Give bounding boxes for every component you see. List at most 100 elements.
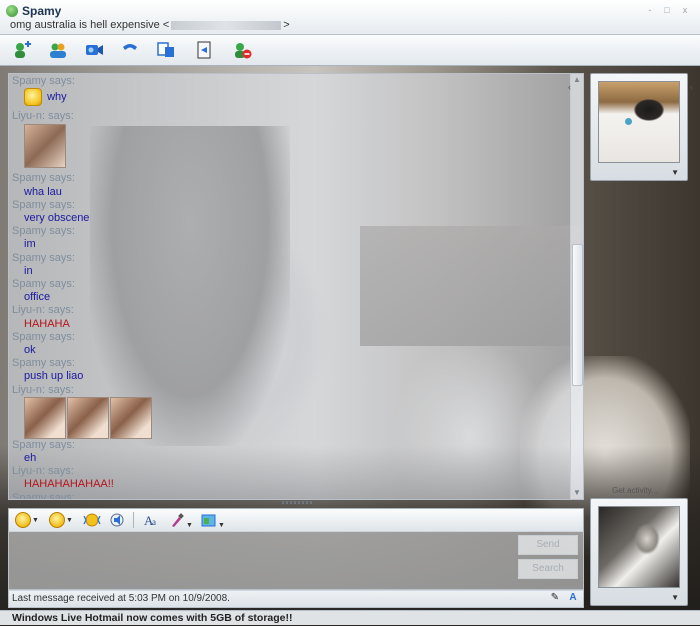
call-button[interactable]	[120, 41, 140, 59]
dropdown-arrow-icon: ▼	[32, 516, 39, 524]
message-image[interactable]	[12, 123, 572, 172]
message-speaker: Liyu-n: says:	[12, 110, 74, 123]
last-message-status: Last message received at 5:03 PM on 10/9…	[12, 593, 230, 604]
background-button[interactable]: ▼	[201, 512, 225, 529]
share-files-button[interactable]	[48, 41, 68, 59]
person-photo	[599, 507, 679, 587]
title-bar: Spamy omg australia is hell expensive < >…	[0, 0, 700, 35]
send-button[interactable]: Send	[518, 535, 578, 555]
voice-clip-icon	[110, 513, 124, 527]
message-speaker: Spamy says:	[12, 491, 75, 500]
message-text: push up liao	[24, 370, 84, 383]
email-redacted	[171, 20, 282, 30]
contact-display-picture-frame[interactable]: ▼	[590, 73, 688, 181]
games-button[interactable]	[156, 41, 176, 59]
conversation-history[interactable]: Spamy says: why Liyu-n: says: Spamy says…	[8, 73, 584, 500]
message-speaker: Spamy says:	[12, 330, 75, 343]
block-contact-button[interactable]	[232, 41, 252, 59]
nudge-button[interactable]	[83, 512, 101, 528]
toolbar-separator	[133, 512, 134, 528]
dropdown-arrow-icon: ▼	[218, 521, 225, 529]
message-speaker: Spamy says:	[12, 172, 75, 185]
nudge-icon	[83, 513, 101, 527]
wink-menu-button[interactable]: ▼	[49, 512, 73, 528]
emoticon-icon	[24, 88, 42, 107]
dropdown-arrow-icon: ▼	[66, 516, 73, 524]
message-speaker: Spamy says:	[12, 357, 75, 370]
custom-emoticon-image[interactable]	[67, 396, 109, 439]
pane-splitter-handle[interactable]	[282, 501, 312, 504]
message-text: eh	[24, 452, 37, 465]
add-contact-icon	[15, 41, 31, 58]
display-picture-menu-icon[interactable]: ▼	[671, 593, 679, 602]
message-text: very obscene	[24, 212, 90, 225]
message-text: HAHAHAHAHAA!!	[24, 478, 114, 491]
text-mode-icon[interactable]: A	[567, 592, 579, 604]
smiley-icon	[15, 512, 31, 528]
add-contact-button[interactable]	[12, 41, 32, 59]
history-scrollbar[interactable]: ▲ ▼	[570, 74, 583, 499]
custom-emoticon-image[interactable]	[24, 396, 66, 439]
voice-clip-button[interactable]	[109, 512, 125, 528]
my-display-picture[interactable]	[598, 506, 680, 588]
status-message-text: omg australia is hell expensive <	[10, 19, 170, 31]
message-text: im	[24, 238, 36, 251]
draw-button[interactable]: ▼	[169, 512, 193, 529]
message-speaker: Liyu-n: says:	[12, 383, 74, 396]
activities-icon	[197, 41, 211, 59]
conversation-toolbar	[0, 35, 700, 66]
wink-icon	[49, 512, 65, 528]
message-speaker: Spamy says:	[12, 278, 75, 291]
minimize-button[interactable]: -	[643, 5, 657, 15]
advertisement-text[interactable]: Windows Live Hotmail now comes with 5GB …	[12, 612, 293, 624]
close-button[interactable]: x	[678, 5, 692, 15]
message-text: why	[47, 91, 67, 104]
collapse-right-icon[interactable]: ‹	[690, 82, 693, 92]
collapse-left-icon[interactable]: ‹	[568, 82, 571, 92]
dropdown-arrow-icon: ▼	[186, 521, 193, 529]
contact-display-picture[interactable]	[598, 81, 680, 163]
share-files-icon	[50, 43, 66, 58]
message-compose-area[interactable]: Send Search	[8, 531, 584, 590]
message-speaker: Spamy says:	[12, 438, 75, 451]
dog-photo	[599, 82, 679, 162]
message-speaker: Spamy says:	[12, 198, 75, 211]
compose-toolbar: ▼ ▼ Aa ▼ ▼	[8, 508, 584, 532]
message-text: ok	[24, 344, 36, 357]
custom-emoticon-image[interactable]	[24, 124, 66, 169]
message-speaker: Spamy says:	[12, 251, 75, 264]
font-button[interactable]: Aa	[143, 512, 161, 528]
search-button[interactable]: Search	[518, 559, 578, 579]
message-speaker: Spamy says:	[12, 75, 75, 87]
status-bar: Last message received at 5:03 PM on 10/9…	[8, 590, 584, 608]
message-speaker: Spamy says:	[12, 225, 75, 238]
message-speaker: Liyu-n: says:	[12, 304, 74, 317]
video-icon	[86, 45, 103, 55]
handwriting-icon[interactable]: ✎	[549, 592, 561, 604]
custom-emoticon-image[interactable]	[110, 396, 152, 439]
paintbrush-icon	[172, 513, 184, 527]
message-text: office	[24, 291, 51, 304]
emoticon-menu-button[interactable]: ▼	[15, 512, 39, 528]
message-emoticon-line: why	[12, 88, 572, 110]
message-text: in	[24, 264, 33, 277]
message-text: HAHAHA	[24, 317, 70, 330]
scroll-up-arrow-icon[interactable]: ▲	[571, 74, 583, 86]
activities-button[interactable]	[194, 41, 214, 59]
message-speaker: Liyu-n: says:	[12, 465, 74, 478]
font-icon: Aa	[144, 513, 156, 528]
display-picture-menu-icon[interactable]: ▼	[671, 168, 679, 177]
svg-text:a: a	[152, 517, 156, 527]
contact-status-message: omg australia is hell expensive < >	[10, 19, 290, 31]
advertisement-bar[interactable]: Windows Live Hotmail now comes with 5GB …	[0, 610, 700, 625]
my-display-picture-frame[interactable]: ▼	[590, 498, 688, 606]
video-call-button[interactable]	[84, 41, 104, 59]
games-icon	[157, 42, 174, 57]
message-image-strip[interactable]	[24, 396, 572, 439]
scroll-down-arrow-icon[interactable]: ▼	[571, 487, 583, 499]
maximize-button[interactable]: □	[660, 5, 674, 15]
contact-status-icon	[6, 5, 18, 17]
activity-label: Get activity...	[612, 486, 658, 495]
background-icon	[201, 514, 216, 527]
scroll-thumb[interactable]	[572, 244, 583, 386]
